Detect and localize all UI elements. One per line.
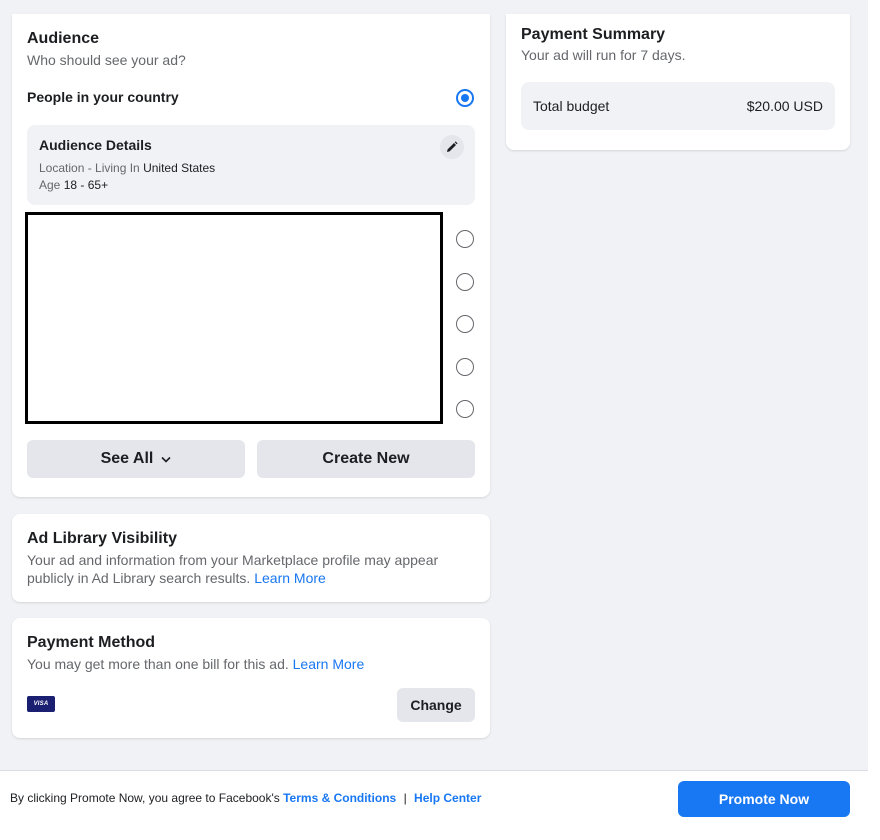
ad-library-learn-more-link[interactable]: Learn More — [254, 570, 326, 586]
see-all-label: See All — [100, 450, 154, 467]
audience-details-title: Audience Details — [39, 137, 152, 153]
create-new-button[interactable]: Create New — [257, 440, 475, 478]
payment-method-card: Payment Method You may get more than one… — [12, 618, 490, 738]
audience-option-radio-3[interactable] — [456, 273, 474, 291]
promote-now-button[interactable]: Promote Now — [678, 781, 850, 817]
payment-method-text: You may get more than one bill for this … — [27, 655, 364, 673]
total-budget-label: Total budget — [533, 98, 610, 114]
audience-subtitle: Who should see your ad? — [27, 52, 186, 68]
change-payment-button[interactable]: Change — [397, 688, 475, 722]
total-budget-row: Total budget $20.00 USD — [521, 82, 835, 130]
pencil-icon — [447, 141, 458, 152]
audience-details-box: Audience Details Location - Living In Un… — [27, 125, 475, 205]
audience-location-line: Location - Living In United States — [39, 161, 215, 175]
terms-conditions-link[interactable]: Terms & Conditions — [283, 791, 396, 805]
help-center-link[interactable]: Help Center — [414, 791, 481, 805]
payment-summary-card: Payment Summary Your ad will run for 7 d… — [506, 14, 850, 150]
payment-method-description: You may get more than one bill for this … — [27, 656, 289, 672]
ad-library-title: Ad Library Visibility — [27, 530, 177, 547]
terms-prefix: By clicking Promote Now, you agree to Fa… — [10, 791, 280, 805]
age-prefix: Age — [39, 178, 61, 192]
location-value: United States — [143, 161, 216, 175]
edit-audience-button[interactable] — [440, 135, 464, 159]
visa-card-icon: VISA — [27, 696, 55, 712]
ad-library-card: Ad Library Visibility Your ad and inform… — [12, 514, 490, 602]
see-all-button[interactable]: See All — [27, 440, 245, 478]
footer-separator: | — [403, 791, 407, 805]
audience-card: Audience Who should see your ad? People … — [12, 14, 490, 497]
audience-option-country-label: People in your country — [27, 89, 179, 105]
create-new-label: Create New — [322, 450, 410, 467]
audience-option-radio-5[interactable] — [456, 358, 474, 376]
payment-summary-title: Payment Summary — [521, 26, 666, 43]
ad-library-description: Your ad and information from your Market… — [27, 552, 439, 586]
age-value: 18 - 65+ — [63, 178, 109, 192]
redacted-audience-list — [25, 212, 443, 424]
footer-bar: By clicking Promote Now, you agree to Fa… — [0, 770, 868, 826]
audience-option-country-radio[interactable] — [456, 89, 474, 107]
total-budget-value: $20.00 USD — [746, 98, 823, 114]
audience-option-radio-2[interactable] — [456, 230, 474, 248]
audience-option-radio-4[interactable] — [456, 315, 474, 333]
audience-title: Audience — [27, 30, 100, 47]
payment-learn-more-link[interactable]: Learn More — [293, 656, 365, 672]
audience-option-radio-6[interactable] — [456, 400, 474, 418]
location-prefix: Location - Living In — [39, 161, 140, 175]
chevron-down-icon — [161, 456, 171, 463]
ad-library-text: Your ad and information from your Market… — [27, 551, 467, 587]
payment-summary-subtitle: Your ad will run for 7 days. — [521, 47, 686, 63]
terms-text: By clicking Promote Now, you agree to Fa… — [10, 791, 481, 805]
payment-method-title: Payment Method — [27, 634, 156, 651]
audience-age-line: Age 18 - 65+ — [39, 178, 108, 192]
